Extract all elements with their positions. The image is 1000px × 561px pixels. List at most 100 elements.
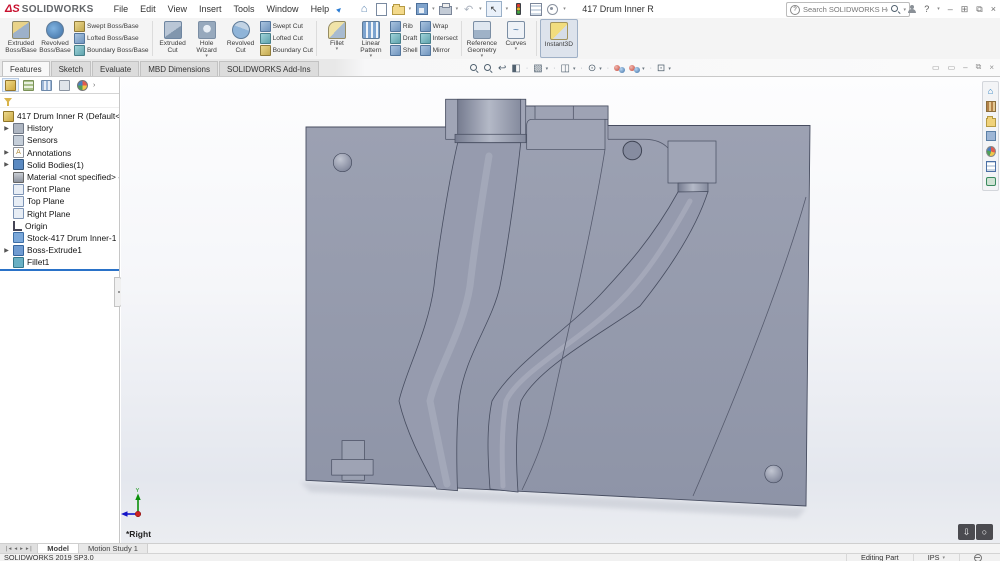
tab-dimxpertmanager[interactable]: [56, 78, 73, 92]
options-button[interactable]: [546, 3, 559, 16]
model-right-block[interactable]: [668, 141, 716, 183]
expand-arrow-icon[interactable]: ▶: [3, 149, 10, 156]
doc-restore-button[interactable]: ⧉: [976, 62, 982, 72]
tree-item-annotations[interactable]: ▶AAnnotations: [0, 147, 119, 159]
file-properties-button[interactable]: [529, 3, 542, 16]
file-explorer-icon[interactable]: [986, 116, 996, 126]
undo-dropdown-caret[interactable]: ▾: [479, 6, 482, 12]
print-dropdown-caret[interactable]: ▾: [456, 6, 459, 12]
wrap-button[interactable]: Wrap: [420, 21, 458, 32]
options-dropdown-caret[interactable]: ▾: [563, 6, 566, 12]
open-dropdown-caret[interactable]: ▾: [409, 6, 412, 12]
model-cylinder-collar[interactable]: [455, 134, 526, 142]
units-dropdown-caret[interactable]: ▾: [942, 555, 945, 561]
doc-close-button[interactable]: ×: [989, 63, 994, 72]
model-plate-face[interactable]: [306, 99, 810, 506]
curves-dropdown-caret[interactable]: ▾: [515, 47, 518, 52]
intersect-button[interactable]: Intersect: [420, 33, 458, 44]
draft-button[interactable]: Draft: [390, 33, 418, 44]
tree-item-top-plane[interactable]: Top Plane: [0, 195, 119, 207]
search-dropdown-caret[interactable]: ▾: [903, 7, 906, 13]
model-dome-top-left[interactable]: [333, 153, 351, 171]
tree-item-right-plane[interactable]: Right Plane: [0, 208, 119, 220]
edit-appearance-button[interactable]: [614, 64, 624, 73]
menu-edit[interactable]: Edit: [134, 0, 162, 18]
view-orientation-caret[interactable]: ▾: [546, 66, 549, 72]
tab-configurationmanager[interactable]: [38, 78, 55, 92]
view-orientation-button[interactable]: ▧: [533, 63, 542, 74]
doc-minimize-button[interactable]: –: [963, 63, 967, 72]
appearances-scenes-icon[interactable]: [986, 146, 996, 156]
graphics-viewport[interactable]: Y *Right ⇩ ○ ⌂: [121, 77, 1000, 543]
model-top-cylinder[interactable]: [458, 99, 521, 134]
solidworks-resources-icon[interactable]: ⌂: [986, 86, 996, 96]
save-button[interactable]: [415, 3, 428, 16]
model-hole[interactable]: [623, 141, 642, 160]
scroll-last-icon[interactable]: ▸❘: [26, 546, 33, 552]
curves-button[interactable]: ~ Curves ▾: [499, 19, 533, 58]
swept-cut-button[interactable]: Swept Cut: [260, 21, 313, 32]
minimize-button[interactable]: –: [948, 4, 953, 14]
help-dropdown-caret[interactable]: ▾: [937, 6, 940, 12]
view-settings-button[interactable]: ⊡: [657, 63, 665, 74]
tree-item-fillet1[interactable]: Fillet1: [0, 256, 119, 268]
tree-item-origin[interactable]: Origin: [0, 220, 119, 232]
scroll-first-icon[interactable]: ❘◂: [4, 546, 11, 552]
tree-item-part-root[interactable]: 417 Drum Inner R (Default<<Default>: [0, 110, 119, 122]
select-button[interactable]: ↖: [486, 1, 502, 17]
hide-show-items-caret[interactable]: ▾: [599, 66, 602, 72]
tree-item-front-plane[interactable]: Front Plane: [0, 183, 119, 195]
menu-help[interactable]: Help: [305, 0, 336, 18]
tab-propertymanager[interactable]: [20, 78, 37, 92]
instant3d-button[interactable]: Instant3D: [540, 19, 578, 58]
tree-item-solid-bodies[interactable]: ▶Solid Bodies(1): [0, 159, 119, 171]
tab-model[interactable]: Model: [38, 544, 79, 553]
model-raised-pad[interactable]: [527, 119, 605, 149]
model-cross-boss-horizontal[interactable]: [332, 460, 373, 476]
user-account-icon[interactable]: [907, 5, 916, 14]
rib-button[interactable]: Rib: [390, 21, 418, 32]
status-units-selector[interactable]: IPS▾: [913, 553, 959, 561]
tree-filter-row[interactable]: [0, 94, 119, 108]
search-box[interactable]: ? Search SOLIDWORKS Help ▾: [786, 2, 910, 17]
search-input[interactable]: Search SOLIDWORKS Help: [803, 5, 888, 14]
undo-button[interactable]: ↶: [462, 3, 475, 16]
solidworks-forum-icon[interactable]: [986, 176, 996, 186]
search-icon[interactable]: [891, 5, 900, 14]
rollback-bar[interactable]: [0, 269, 119, 271]
doc-window-icon[interactable]: ▭: [932, 63, 940, 72]
tree-item-boss-extrude1[interactable]: ▶Boss-Extrude1: [0, 244, 119, 256]
extruded-cut-button[interactable]: Extruded Cut: [156, 19, 190, 58]
lofted-boss-base-button[interactable]: Lofted Boss/Base: [74, 33, 149, 44]
tab-displaymanager[interactable]: [74, 78, 91, 92]
design-library-icon[interactable]: [986, 101, 996, 111]
panel-tabs-overflow-chevron[interactable]: ›: [93, 82, 95, 89]
model-3d[interactable]: Y: [121, 77, 1000, 543]
menu-insert[interactable]: Insert: [193, 0, 228, 18]
tree-item-sensors[interactable]: Sensors: [0, 134, 119, 146]
tab-features[interactable]: Features: [2, 61, 50, 76]
swept-boss-base-button[interactable]: Swept Boss/Base: [74, 21, 149, 32]
fillet-dropdown-caret[interactable]: ▾: [336, 47, 339, 52]
rebuild-button[interactable]: [512, 3, 525, 16]
linear-pattern-button[interactable]: Linear Pattern ▾: [354, 19, 388, 58]
maximize-button[interactable]: ⊞: [961, 4, 969, 15]
display-style-caret[interactable]: ▾: [573, 66, 576, 72]
expand-arrow-icon[interactable]: ▶: [3, 247, 10, 254]
close-button[interactable]: ×: [991, 4, 996, 14]
tab-sketch[interactable]: Sketch: [51, 61, 91, 76]
menu-window[interactable]: Window: [261, 0, 305, 18]
overlay-circle-button[interactable]: ○: [976, 524, 993, 540]
tab-featuremanager-design-tree[interactable]: [2, 78, 19, 92]
hole-wizard-button[interactable]: Hole Wizard ▾: [190, 19, 224, 58]
home-button[interactable]: ⌂: [358, 3, 371, 16]
view-settings-caret[interactable]: ▾: [668, 66, 671, 72]
fillet-button[interactable]: Fillet ▾: [320, 19, 354, 58]
model-dome-bottom-right[interactable]: [765, 465, 783, 483]
lofted-cut-button[interactable]: Lofted Cut: [260, 33, 313, 44]
zoom-to-area-button[interactable]: [484, 64, 493, 73]
mirror-button[interactable]: Mirror: [420, 45, 458, 56]
apply-scene-button[interactable]: [629, 64, 639, 73]
apply-scene-caret[interactable]: ▾: [642, 66, 645, 72]
select-dropdown-caret[interactable]: ▾: [506, 6, 509, 12]
